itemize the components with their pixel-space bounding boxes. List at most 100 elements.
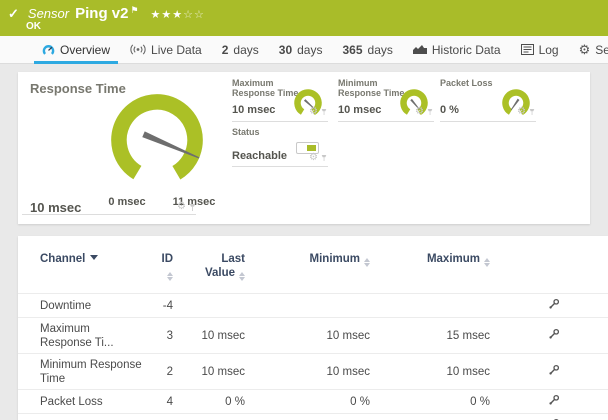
column-header-id[interactable]: ID (153, 246, 183, 294)
status-tile: Status Reachable ⚙ (232, 127, 328, 167)
channel-maximum: 10 msec (380, 353, 500, 390)
live-data-icon (130, 44, 146, 55)
gauge-icon (42, 44, 55, 56)
channels-table: Channel ID Last Value Minimum Maximum Dow… (18, 246, 608, 420)
channel-id: 0 (153, 413, 183, 420)
tile-label: Status (232, 127, 260, 137)
channel-last-value: 10 msec (183, 317, 255, 354)
tab-label: days (297, 42, 323, 57)
pin-icon[interactable] (529, 108, 535, 116)
priority-stars[interactable]: ★★★☆☆ (151, 8, 205, 21)
column-header-actions (500, 246, 608, 294)
column-header-minimum[interactable]: Minimum (255, 246, 380, 294)
sort-desc-icon (90, 255, 99, 260)
tab-label: Log (538, 42, 559, 57)
tab-label: Settings (595, 42, 608, 57)
channel-minimum: 0 % (255, 389, 380, 414)
table-row: Downtime -4 (18, 293, 608, 318)
response-time-value: 10 msec (30, 200, 82, 215)
gear-icon[interactable]: ⚙ (177, 202, 186, 212)
table-row: Minimum Response Time 2 10 msec 10 msec … (18, 353, 608, 390)
wrench-icon (549, 328, 560, 339)
channel-settings-button[interactable] (548, 364, 560, 376)
channel-last-value: 0 % (183, 389, 255, 414)
tab-label: days (367, 42, 393, 57)
channel-last-value: 10 msec (183, 353, 255, 390)
historic-data-icon (412, 44, 427, 55)
stars-filled: ★★★ (150, 9, 184, 21)
channel-name[interactable]: Maximum Response Ti... (18, 317, 153, 354)
channel-settings-button[interactable] (548, 394, 560, 406)
maximum-response-time-tile: Maximum Response Time 10 msec ⚙ (232, 78, 328, 122)
gauges-panel: Response Time 0 msec 11 msec 10 msec ⚙ M… (18, 72, 590, 224)
object-category: Sensor (27, 6, 70, 21)
packet-loss-value: 0 % (440, 104, 459, 116)
channel-settings-button[interactable] (548, 328, 560, 340)
tab-settings[interactable]: ⚙ Settings (569, 36, 608, 63)
response-time-tile: Response Time 0 msec 11 msec 10 msec ⚙ (18, 72, 232, 224)
sort-icon (484, 258, 490, 267)
flag-icon[interactable]: ⚑ (130, 5, 138, 16)
column-header-last-value[interactable]: Last Value (183, 246, 255, 294)
packet-loss-tile: Packet Loss 0 % ⚙ (440, 78, 536, 122)
channel-last-value: 10 msec (183, 413, 255, 420)
gear-icon[interactable]: ⚙ (309, 153, 318, 163)
gear-icon[interactable]: ⚙ (415, 107, 424, 117)
channel-maximum: 11 msec (380, 413, 500, 420)
table-header-row: Channel ID Last Value Minimum Maximum (18, 246, 608, 294)
tab-2-days[interactable]: 2 days (212, 36, 269, 63)
channel-name[interactable]: Response Time (18, 413, 153, 420)
tab-label: Live Data (151, 42, 202, 57)
channel-maximum (380, 293, 500, 318)
column-header-maximum[interactable]: Maximum (380, 246, 500, 294)
tile-divider (22, 214, 196, 215)
sensor-header: ✓ Sensor Ping v2 ⚑ ★★★☆☆ OK (0, 0, 608, 36)
tab-30-days[interactable]: 30 days (269, 36, 333, 63)
maximum-response-time-value: 10 msec (232, 104, 276, 116)
tab-overview[interactable]: Overview (32, 36, 120, 64)
tab-historic-data[interactable]: Historic Data (403, 36, 511, 63)
minimum-response-time-tile: Minimum Response Time 10 msec ⚙ (338, 78, 434, 122)
channel-name[interactable]: Downtime (18, 293, 153, 318)
channel-name[interactable]: Packet Loss (18, 389, 153, 414)
wrench-icon (549, 364, 560, 375)
tab-live-data[interactable]: Live Data (120, 36, 212, 63)
sensor-title: Ping v2 (75, 5, 129, 22)
sort-icon (239, 272, 245, 281)
table-row: Maximum Response Ti... 3 10 msec 10 msec… (18, 317, 608, 354)
channel-maximum: 0 % (380, 389, 500, 414)
tab-number: 30 (278, 42, 293, 57)
wrench-icon (549, 298, 560, 309)
tab-bar: Overview Live Data 2 days 30 days 365 da… (0, 36, 608, 64)
pin-icon[interactable] (189, 203, 196, 212)
pin-icon[interactable] (321, 108, 327, 116)
overview-content: Response Time 0 msec 11 msec 10 msec ⚙ M… (0, 64, 608, 420)
sort-icon (364, 258, 370, 267)
stars-empty: ☆☆ (183, 9, 205, 21)
pin-icon[interactable] (427, 108, 433, 116)
gear-icon[interactable]: ⚙ (309, 107, 318, 117)
tab-number: 365 (342, 42, 363, 57)
table-row: Response Time 0 10 msec 10 msec 11 msec (18, 413, 608, 420)
tab-365-days[interactable]: 365 days (332, 36, 402, 63)
gauge-scale-min: 0 msec (108, 196, 146, 208)
gear-icon[interactable]: ⚙ (517, 107, 526, 117)
channel-id: 4 (153, 389, 183, 414)
channel-maximum: 15 msec (380, 317, 500, 354)
tab-label: days (233, 42, 259, 57)
channel-minimum (255, 293, 380, 318)
channel-minimum: 10 msec (255, 317, 380, 354)
channel-name[interactable]: Minimum Response Time (18, 353, 153, 390)
channel-minimum: 10 msec (255, 413, 380, 420)
tab-log[interactable]: Log (511, 36, 569, 63)
channel-id: 2 (153, 353, 183, 390)
minimum-response-time-value: 10 msec (338, 104, 382, 116)
channel-settings-button[interactable] (548, 298, 560, 310)
channels-table-panel: Channel ID Last Value Minimum Maximum Dow… (18, 236, 608, 420)
check-icon: ✓ (8, 6, 19, 21)
wrench-icon (549, 394, 560, 405)
status-badge: OK (26, 21, 41, 32)
column-header-channel[interactable]: Channel (18, 246, 153, 294)
log-icon (520, 44, 534, 55)
pin-icon[interactable] (321, 154, 327, 162)
